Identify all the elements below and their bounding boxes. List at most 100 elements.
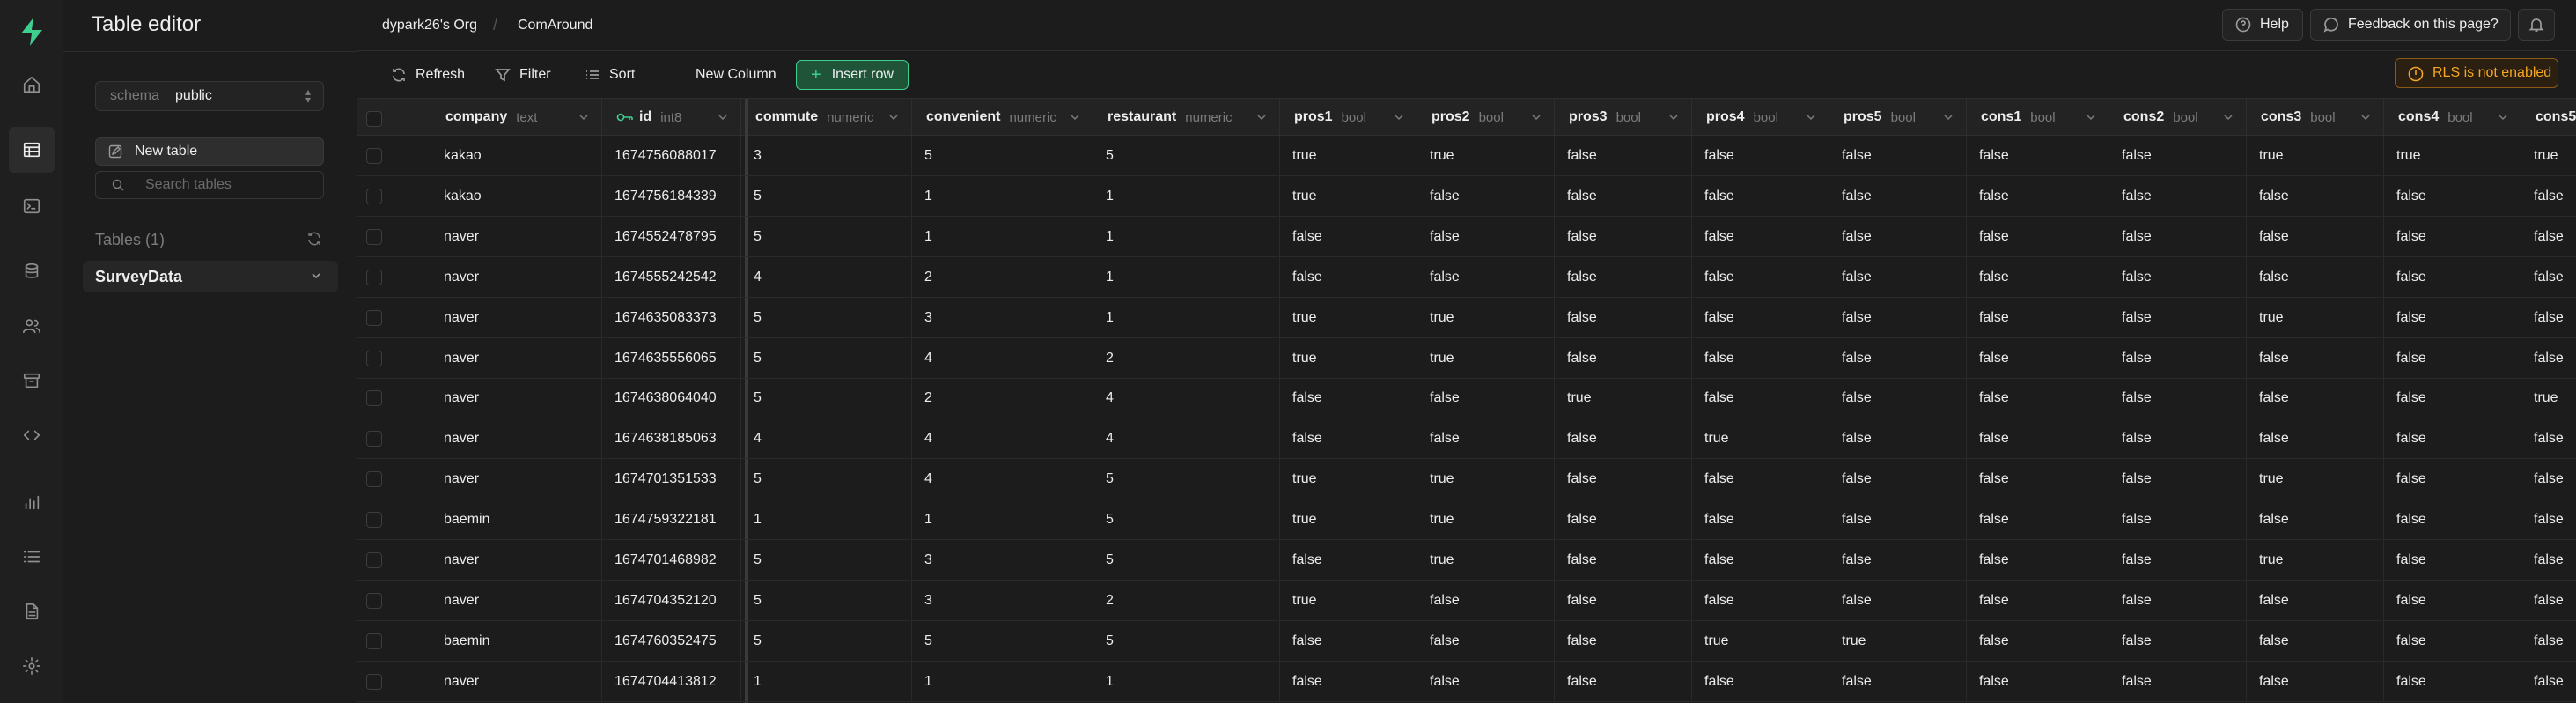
cell-id[interactable]: 1674701351533 — [602, 459, 741, 500]
cell-cons4[interactable]: false — [2384, 580, 2521, 621]
column-header-cons3[interactable]: cons3 bool — [2247, 99, 2384, 136]
table-row[interactable]: naver 1674704413812 1 1 1 false false false fals… — [357, 661, 2576, 702]
cell-pros1[interactable]: true — [1280, 297, 1417, 338]
cell-pros2[interactable]: false — [1417, 580, 1555, 621]
row-checkbox[interactable] — [366, 633, 382, 649]
cell-pros2[interactable]: false — [1417, 418, 1555, 460]
column-header-commute[interactable]: commute numeric — [741, 99, 912, 136]
cell-company[interactable]: naver — [431, 256, 602, 298]
cell-cons4[interactable]: false — [2384, 216, 2521, 257]
cell-pros2[interactable]: false — [1417, 378, 1555, 419]
select-all-checkbox[interactable] — [366, 111, 382, 127]
cell-pros5[interactable]: false — [1829, 661, 1967, 702]
cell-id[interactable]: 1674759322181 — [602, 500, 741, 541]
cell-cons3[interactable]: false — [2247, 337, 2384, 379]
cell-cons4[interactable]: false — [2384, 620, 2521, 662]
cell-pros2[interactable]: false — [1417, 175, 1555, 217]
cell-cons3[interactable]: true — [2247, 459, 2384, 500]
cell-convenient[interactable]: 2 — [912, 256, 1093, 298]
cell-cons4[interactable]: false — [2384, 378, 2521, 419]
table-row[interactable]: naver 1674638185063 4 4 4 false false false true… — [357, 418, 2576, 460]
cell-company[interactable]: naver — [431, 378, 602, 419]
cell-pros1[interactable]: false — [1280, 540, 1417, 581]
cell-pros2[interactable]: true — [1417, 540, 1555, 581]
cell-pros3[interactable]: false — [1555, 500, 1692, 541]
cell-cons2[interactable]: false — [2109, 175, 2247, 217]
cell-id[interactable]: 1674638185063 — [602, 418, 741, 460]
cell-pros5[interactable]: false — [1829, 500, 1967, 541]
cell-cons1[interactable]: false — [1967, 661, 2109, 702]
cell-cons1[interactable]: false — [1967, 540, 2109, 581]
cell-convenient[interactable]: 3 — [912, 580, 1093, 621]
cell-convenient[interactable]: 4 — [912, 418, 1093, 460]
cell-cons1[interactable]: false — [1967, 175, 2109, 217]
chevron-down-icon[interactable] — [1394, 112, 1404, 122]
cell-cons2[interactable]: false — [2109, 216, 2247, 257]
cell-pros3[interactable]: true — [1555, 378, 1692, 419]
cell-commute[interactable]: 5 — [741, 175, 912, 217]
cell-company[interactable]: kakao — [431, 175, 602, 217]
cell-cons4[interactable]: false — [2384, 500, 2521, 541]
cell-cons3[interactable]: false — [2247, 378, 2384, 419]
cell-cons2[interactable]: false — [2109, 136, 2247, 176]
cell-company[interactable]: naver — [431, 661, 602, 702]
cell-cons3[interactable]: false — [2247, 661, 2384, 702]
cell-pros5[interactable]: false — [1829, 136, 1967, 176]
cell-pros1[interactable]: true — [1280, 136, 1417, 176]
cell-restaurant[interactable]: 1 — [1093, 175, 1280, 217]
reports-icon[interactable] — [16, 486, 48, 518]
home-icon[interactable] — [16, 69, 48, 100]
chevron-down-icon[interactable] — [1943, 112, 1954, 122]
cell-cons3[interactable]: true — [2247, 136, 2384, 176]
table-row[interactable]: naver 1674701351533 5 4 5 true true false false f… — [357, 459, 2576, 500]
cell-pros5[interactable]: false — [1829, 175, 1967, 217]
row-checkbox[interactable] — [366, 390, 382, 407]
cell-cons3[interactable]: false — [2247, 620, 2384, 662]
cell-restaurant[interactable]: 1 — [1093, 661, 1280, 702]
breadcrumb-project[interactable]: ComAround — [518, 18, 592, 33]
refresh-tables-icon[interactable] — [306, 231, 322, 247]
cell-company[interactable]: naver — [431, 297, 602, 338]
cell-cons5[interactable]: false — [2521, 459, 2576, 500]
cell-cons5[interactable]: false — [2521, 298, 2576, 338]
column-header-pros1[interactable]: pros1 bool — [1280, 99, 1417, 136]
chevron-down-icon[interactable] — [2086, 112, 2096, 122]
row-checkbox[interactable] — [366, 350, 382, 366]
cell-commute[interactable]: 4 — [741, 256, 912, 298]
help-button[interactable]: Help — [2222, 9, 2303, 41]
cell-pros3[interactable]: false — [1555, 256, 1692, 298]
cell-id[interactable]: 1674756088017 — [602, 136, 741, 176]
cell-convenient[interactable]: 5 — [912, 136, 1093, 176]
cell-id[interactable]: 1674638064040 — [602, 378, 741, 419]
cell-restaurant[interactable]: 5 — [1093, 500, 1280, 541]
cell-pros1[interactable]: true — [1280, 500, 1417, 541]
cell-commute[interactable]: 5 — [741, 216, 912, 257]
cell-pros2[interactable]: false — [1417, 256, 1555, 298]
cell-convenient[interactable]: 4 — [912, 337, 1093, 379]
cell-cons5[interactable]: false — [2521, 500, 2576, 540]
cell-pros4[interactable]: false — [1692, 337, 1829, 379]
cell-pros2[interactable]: true — [1417, 297, 1555, 338]
cell-pros4[interactable]: false — [1692, 256, 1829, 298]
cell-cons5[interactable]: true — [2521, 136, 2576, 176]
cell-restaurant[interactable]: 5 — [1093, 136, 1280, 176]
cell-pros1[interactable]: true — [1280, 459, 1417, 500]
cell-pros2[interactable]: false — [1417, 216, 1555, 257]
cell-commute[interactable]: 5 — [741, 459, 912, 500]
table-row[interactable]: kakao 1674756088017 3 5 5 true true false false f… — [357, 136, 2576, 176]
cell-pros3[interactable]: false — [1555, 297, 1692, 338]
insert-row-button[interactable]: + Insert row — [796, 60, 909, 90]
cell-pros1[interactable]: false — [1280, 216, 1417, 257]
cell-commute[interactable]: 5 — [741, 580, 912, 621]
cell-restaurant[interactable]: 5 — [1093, 620, 1280, 662]
cell-pros3[interactable]: false — [1555, 620, 1692, 662]
table-row[interactable]: naver 1674635556065 5 4 2 true true false false f… — [357, 337, 2576, 379]
cell-id[interactable]: 1674760352475 — [602, 620, 741, 662]
cell-cons1[interactable]: false — [1967, 580, 2109, 621]
table-row[interactable]: naver 1674635083373 5 3 1 true true false false f… — [357, 297, 2576, 338]
table-row[interactable]: naver 1674555242542 4 2 1 false false false fals… — [357, 256, 2576, 298]
cell-cons2[interactable]: false — [2109, 620, 2247, 662]
cell-company[interactable]: naver — [431, 418, 602, 460]
table-row[interactable]: naver 1674701468982 5 3 5 false true false false… — [357, 540, 2576, 581]
supabase-logo[interactable] — [16, 16, 48, 48]
